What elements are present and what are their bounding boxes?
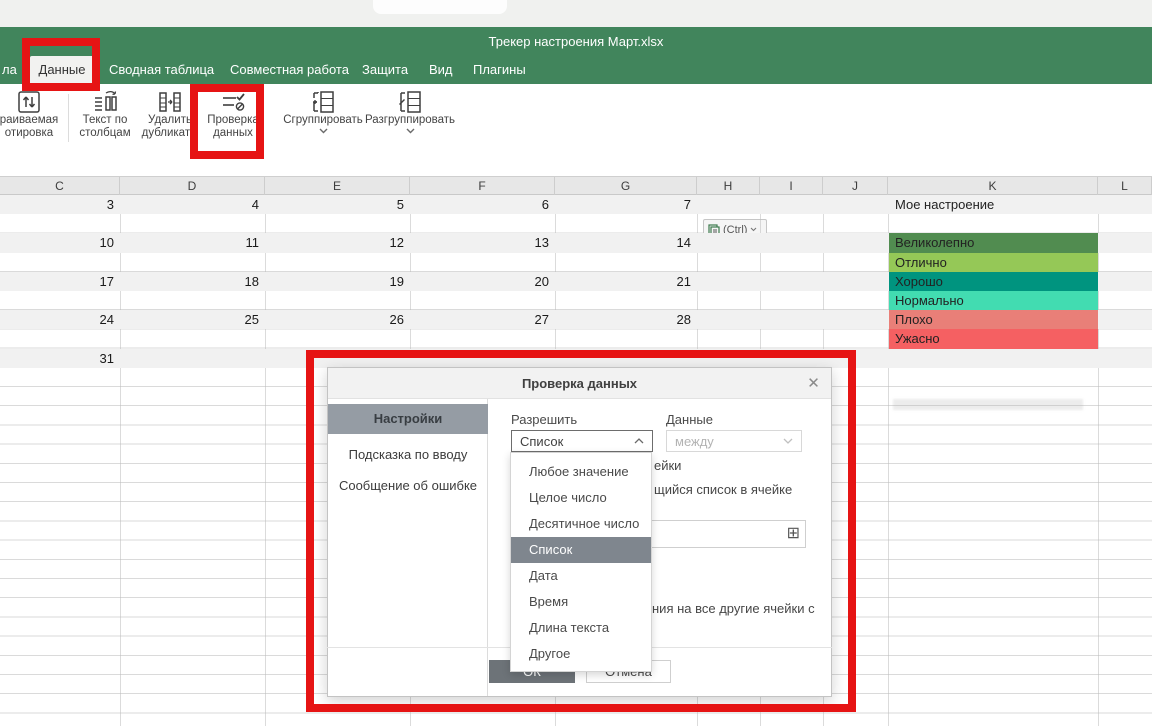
column-headers: CDEFGHIJKL — [0, 177, 1152, 195]
tab-protection[interactable]: Защита — [362, 56, 408, 84]
browser-tab-ghost — [373, 0, 507, 14]
cell-D-r6[interactable]: 25 — [120, 310, 259, 329]
chevron-down-icon — [406, 128, 415, 134]
cell-E-r4[interactable]: 19 — [265, 272, 404, 291]
chevron-down-icon — [319, 128, 328, 134]
column-header-J[interactable]: J — [823, 177, 888, 195]
column-header-G[interactable]: G — [555, 177, 697, 195]
tab-pivot-table[interactable]: Сводная таблица — [109, 56, 214, 84]
tab-collaboration[interactable]: Совместная работа — [230, 56, 349, 84]
cell-G-r0[interactable]: 7 — [555, 195, 691, 214]
cell-K-r0[interactable]: Мое настроение — [889, 195, 1098, 214]
column-header-F[interactable]: F — [410, 177, 555, 195]
title-bar: Трекер настроения Март.xlsx — [0, 27, 1152, 56]
cell-C-r8[interactable]: 31 — [0, 349, 114, 368]
cell-K-r7[interactable]: Ужасно — [889, 329, 1098, 348]
document-title: Трекер настроения Март.xlsx — [489, 34, 664, 49]
menu-tab-bar: ла Данные Сводная таблица Совместная раб… — [0, 56, 1152, 84]
cell-C-r4[interactable]: 17 — [0, 272, 114, 291]
tab-view[interactable]: Вид — [429, 56, 453, 84]
cell-K-r2[interactable]: Великолепно — [889, 233, 1098, 252]
annotation-box-dialog — [306, 350, 856, 712]
toolbar-separator — [68, 94, 69, 142]
os-top-strip — [0, 0, 1152, 27]
cell-F-r2[interactable]: 13 — [410, 233, 549, 252]
cell-F-r4[interactable]: 20 — [410, 272, 549, 291]
cell-K-r6[interactable]: Плохо — [889, 310, 1098, 329]
ghost-selection — [893, 399, 1083, 410]
column-header-C[interactable]: C — [0, 177, 120, 195]
cell-C-r2[interactable]: 10 — [0, 233, 114, 252]
cell-K-r4[interactable]: Хорошо — [889, 272, 1098, 291]
cell-E-r0[interactable]: 5 — [265, 195, 404, 214]
column-header-H[interactable]: H — [697, 177, 760, 195]
cell-D-r0[interactable]: 4 — [120, 195, 259, 214]
cell-G-r2[interactable]: 14 — [555, 233, 691, 252]
chevron-down-icon — [750, 227, 757, 232]
cell-D-r2[interactable]: 11 — [120, 233, 259, 252]
text-to-columns-icon — [92, 88, 118, 114]
cell-G-r6[interactable]: 28 — [555, 310, 691, 329]
cell-K-r3[interactable]: Отлично — [889, 253, 1098, 272]
column-header-I[interactable]: I — [760, 177, 823, 195]
custom-sort-button[interactable]: раиваемая отировка — [0, 88, 62, 148]
annotation-box-data-validation-button — [190, 84, 264, 159]
toolbar: раиваемая отировка Текст по столбцам — [0, 84, 1152, 176]
group-button[interactable]: Сгруппировать — [284, 88, 362, 148]
cell-D-r4[interactable]: 18 — [120, 272, 259, 291]
cell-F-r0[interactable]: 6 — [410, 195, 549, 214]
cell-C-r6[interactable]: 24 — [0, 310, 114, 329]
ungroup-button[interactable]: Разгруппировать — [366, 88, 454, 148]
remove-duplicates-icon — [157, 88, 183, 114]
cell-E-r2[interactable]: 12 — [265, 233, 404, 252]
tab-formula-cut[interactable]: ла — [2, 56, 17, 84]
annotation-box-data-tab — [22, 38, 100, 91]
column-header-E[interactable]: E — [265, 177, 410, 195]
group-icon — [310, 88, 336, 114]
app-window: Трекер настроения Март.xlsx ла Данные Св… — [0, 0, 1152, 726]
cell-C-r0[interactable]: 3 — [0, 195, 114, 214]
custom-sort-icon — [17, 88, 41, 114]
cell-F-r6[interactable]: 27 — [410, 310, 549, 329]
cell-K-r5[interactable]: Нормально — [889, 291, 1098, 310]
cell-E-r6[interactable]: 26 — [265, 310, 404, 329]
column-header-K[interactable]: K — [888, 177, 1098, 195]
column-header-L[interactable]: L — [1098, 177, 1152, 195]
cell-G-r4[interactable]: 21 — [555, 272, 691, 291]
text-to-columns-button[interactable]: Текст по столбцам — [72, 88, 138, 148]
tab-plugins[interactable]: Плагины — [473, 56, 526, 84]
column-header-D[interactable]: D — [120, 177, 265, 195]
ungroup-icon — [397, 88, 423, 114]
